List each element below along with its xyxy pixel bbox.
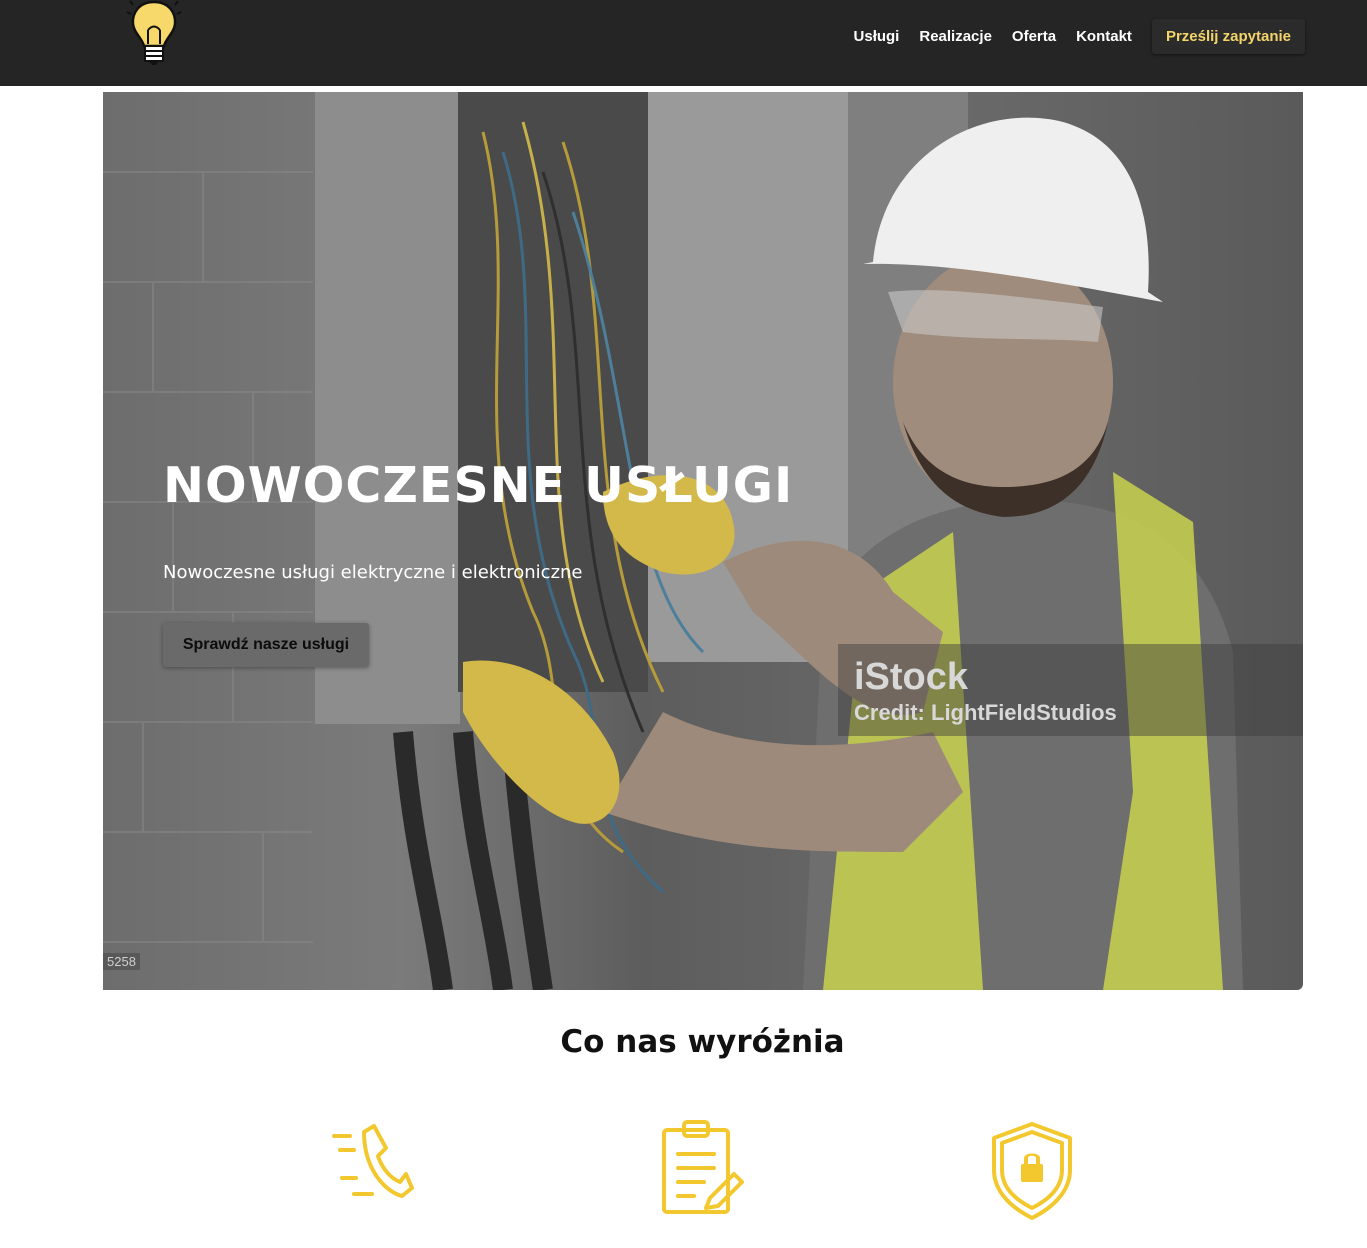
main-nav: Usługi Realizacje Oferta Kontakt Prześli… [834, 18, 1305, 54]
lightbulb-logo-icon[interactable] [125, 0, 183, 70]
send-inquiry-button[interactable]: Prześlij zapytanie [1151, 18, 1305, 54]
shield-lock-icon [988, 1120, 1076, 1220]
check-services-button[interactable]: Sprawdź nasze usługi [163, 623, 369, 667]
stock-watermark: iStock Credit: LightFieldStudios [838, 644, 1303, 736]
nav-link-realizacje[interactable]: Realizacje [919, 28, 992, 45]
features-title: Co nas wyróżnia [560, 1024, 845, 1060]
watermark-brand: iStock [854, 656, 969, 698]
phone-icon [330, 1120, 418, 1220]
hero-banner: NOWOCZESNE USŁUGI Nowoczesne usługi elek… [103, 92, 1303, 990]
hero-subtitle: Nowoczesne usługi elektryczne i elektron… [163, 562, 583, 583]
electrician-photo [103, 92, 1243, 990]
watermark-credit: Credit: LightFieldStudios [854, 700, 1117, 725]
hero-title: NOWOCZESNE USŁUGI [163, 457, 794, 514]
nav-link-oferta[interactable]: Oferta [1012, 28, 1056, 45]
nav-link-uslugi[interactable]: Usługi [854, 28, 900, 45]
clipboard-icon [658, 1120, 746, 1220]
top-navbar: Usługi Realizacje Oferta Kontakt Prześli… [0, 0, 1367, 86]
nav-link-kontakt[interactable]: Kontakt [1076, 28, 1132, 45]
image-id-label: 5258 [103, 953, 140, 970]
